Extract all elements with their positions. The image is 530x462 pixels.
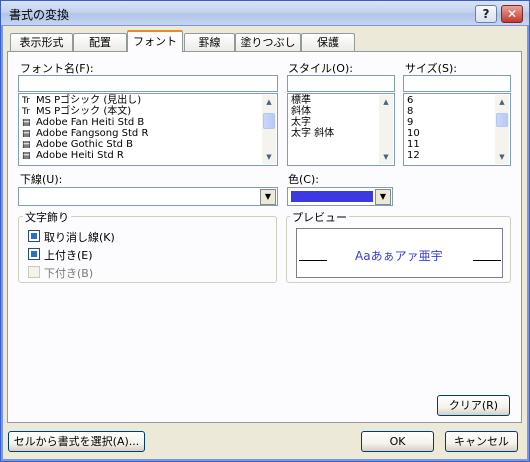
font-name-label: フォント名(F): <box>20 62 94 75</box>
font-style-input[interactable] <box>287 75 395 92</box>
underline-label: 下線(U): <box>20 173 63 186</box>
effects-group-title: 文字飾り <box>23 209 71 225</box>
size-list-item[interactable]: 11 <box>405 139 494 150</box>
chevron-down-icon[interactable]: ▼ <box>260 189 276 205</box>
strikethrough-checkbox[interactable] <box>28 230 40 242</box>
tab-alignment[interactable]: 配置 <box>73 33 127 51</box>
tab-number-format[interactable]: 表示形式 <box>10 33 73 51</box>
close-button[interactable]: ✕ <box>501 5 523 23</box>
size-list-item[interactable]: 9 <box>405 117 494 128</box>
list-item-label: Adobe Fangsong Std R <box>36 128 149 139</box>
tab-fill[interactable]: 塗りつぶし <box>235 33 301 51</box>
font-size-list[interactable]: 6 8 9 10 11 12 ▲ ▼ <box>403 93 511 166</box>
tab-font[interactable]: フォント <box>127 30 183 52</box>
font-size-input[interactable] <box>403 75 511 92</box>
style-list-item[interactable]: 太字 <box>289 117 378 128</box>
font-list-item[interactable]: Tr MS Pゴシック (見出し) <box>20 95 261 106</box>
font-name-list[interactable]: Tr MS Pゴシック (見出し) Tr MS Pゴシック (本文) ▤ Adobe Fa… <box>18 93 278 166</box>
font-list-item[interactable]: ▤ Adobe Gothic Std B <box>20 139 261 150</box>
scroll-down-arrow-icon[interactable]: ▼ <box>379 150 393 164</box>
list-item-label: Adobe Gothic Std B <box>36 139 134 150</box>
subscript-label[interactable]: 下付き(B) <box>44 265 93 281</box>
tab-protection[interactable]: 保護 <box>301 33 355 51</box>
preview-baseline-right <box>473 260 501 261</box>
strikethrough-label[interactable]: 取り消し線(K) <box>44 229 115 245</box>
preview-box: Aaあぁアァ亜宇 <box>296 228 503 278</box>
scroll-down-arrow-icon[interactable]: ▼ <box>495 150 509 164</box>
style-list-item[interactable]: 標準 <box>289 95 378 106</box>
style-list-scrollbar[interactable]: ▲ ▼ <box>379 95 393 164</box>
size-list-scrollbar[interactable]: ▲ ▼ <box>495 95 509 164</box>
superscript-label[interactable]: 上付き(E) <box>44 247 93 263</box>
font-list-scrollbar[interactable]: ▲ ▼ <box>262 95 276 164</box>
font-name-input[interactable] <box>18 75 278 92</box>
style-list-item[interactable]: 斜体 <box>289 106 378 117</box>
list-item-label: Adobe Heiti Std R <box>36 150 124 161</box>
size-list-item[interactable]: 6 <box>405 95 494 106</box>
pick-format-from-cell-button[interactable]: セルから書式を選択(A)... <box>8 431 145 452</box>
scroll-thumb[interactable] <box>496 113 508 127</box>
chevron-down-icon[interactable]: ▼ <box>375 189 391 205</box>
scroll-up-arrow-icon[interactable]: ▲ <box>379 95 393 109</box>
tab-border[interactable]: 罫線 <box>184 33 235 51</box>
font-size-label: サイズ(S): <box>405 62 457 75</box>
preview-sample-text: Aaあぁアァ亜宇 <box>355 249 443 263</box>
color-swatch <box>291 191 373 202</box>
font-style-label: スタイル(O): <box>288 62 353 75</box>
scroll-thumb[interactable] <box>263 113 275 129</box>
color-label: 色(C): <box>288 173 319 186</box>
opentype-font-icon: ▤ <box>22 151 31 161</box>
title-bar[interactable]: 書式の変換 ? ✕ <box>1 1 529 25</box>
style-list-item[interactable]: 太字 斜体 <box>289 128 378 139</box>
list-item-label: Adobe Fan Heiti Std B <box>36 117 145 128</box>
size-list-item[interactable]: 10 <box>405 128 494 139</box>
font-list-item[interactable]: Tr MS Pゴシック (本文) <box>20 106 261 117</box>
underline-select[interactable]: ▼ <box>18 187 278 206</box>
cancel-button[interactable]: キャンセル <box>445 431 518 452</box>
scroll-up-arrow-icon[interactable]: ▲ <box>495 95 509 109</box>
size-list-item[interactable]: 12 <box>405 150 494 161</box>
size-list-item[interactable]: 8 <box>405 106 494 117</box>
font-list-item[interactable]: ▤ Adobe Fangsong Std R <box>20 128 261 139</box>
help-button[interactable]: ? <box>475 5 497 23</box>
font-style-list[interactable]: 標準 斜体 太字 太字 斜体 ▲ ▼ <box>287 93 395 166</box>
ok-button[interactable]: OK <box>361 431 434 452</box>
preview-baseline-left <box>299 260 327 261</box>
list-item-label: MS Pゴシック (本文) <box>36 106 132 117</box>
superscript-checkbox[interactable] <box>28 248 40 260</box>
clear-button[interactable]: クリア(R) <box>437 395 510 416</box>
list-item-label: MS Pゴシック (見出し) <box>36 95 142 106</box>
preview-group-title: プレビュー <box>290 209 349 225</box>
font-list-item[interactable]: ▤ Adobe Heiti Std R <box>20 150 261 161</box>
window-title: 書式の変換 <box>9 8 70 22</box>
subscript-checkbox[interactable] <box>28 266 40 278</box>
scroll-up-arrow-icon[interactable]: ▲ <box>262 95 276 109</box>
scroll-down-arrow-icon[interactable]: ▼ <box>262 150 276 164</box>
font-list-item[interactable]: ▤ Adobe Fan Heiti Std B <box>20 117 261 128</box>
color-select[interactable]: ▼ <box>287 187 393 206</box>
